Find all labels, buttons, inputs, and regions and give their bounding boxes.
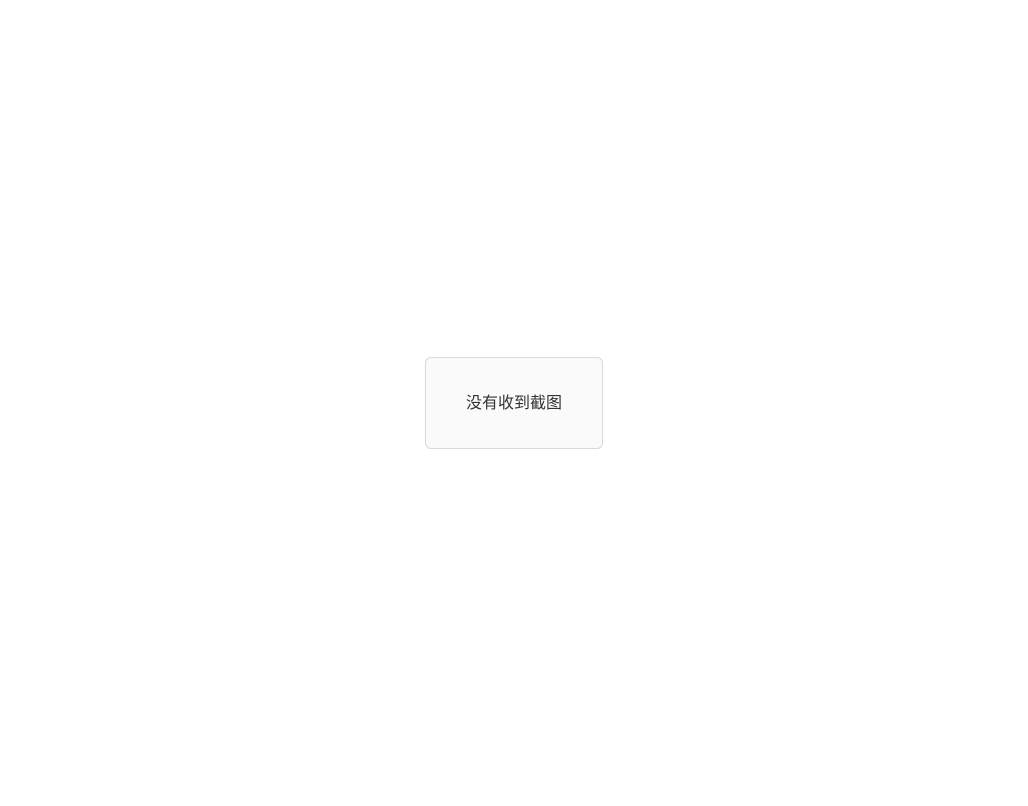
missing-image-notice: 没有收到截图 (424, 357, 603, 449)
